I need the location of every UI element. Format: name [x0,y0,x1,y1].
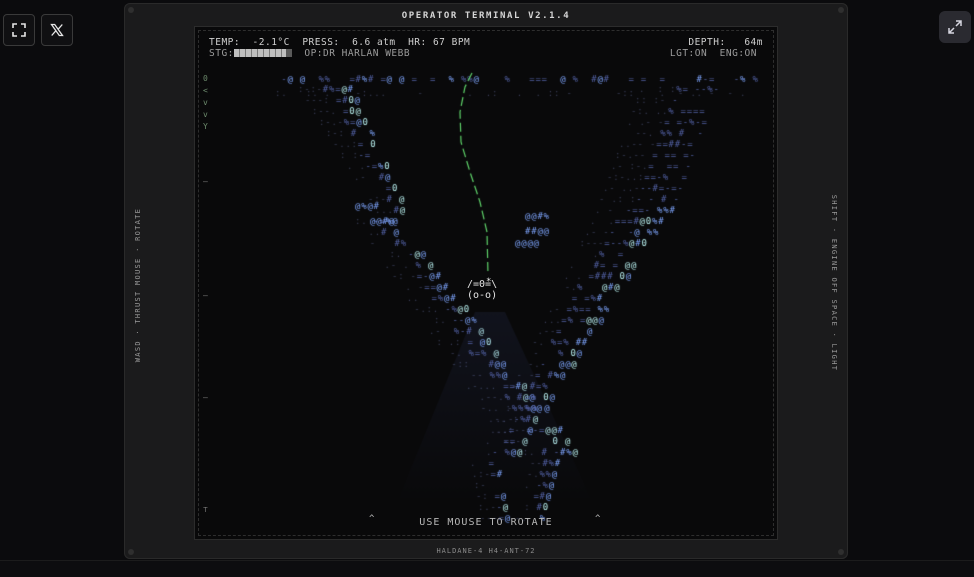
light-status: LGT:ON [669,48,708,59]
compass-glyph: < [203,86,208,95]
pressure-readout: PRESS: 6.6 atm [302,37,396,48]
hud-readouts-second: STG: OP:DR HARLAN WEBB [209,48,410,59]
depth-readout: DEPTH: 64m [688,37,763,48]
scale-tick: – [203,291,208,300]
compass-glyph: Y [203,122,208,131]
system-status: LGT:ON ENG:ON [670,48,757,59]
compass-glyph: v [203,110,208,119]
device-title: OPERATOR TERMINAL V2.1.4 [401,11,571,21]
scale-tick: – [203,393,208,402]
terminal-device: OPERATOR TERMINAL V2.1.4 HALDANE-4 H4-AN… [124,3,848,559]
caret-right-icon: ^ [595,514,601,524]
storage-label: STG: [209,48,234,59]
x-logo-icon [50,23,64,37]
storage-bar [233,49,286,57]
fullscreen-icon [12,23,26,37]
expand-icon [948,20,962,34]
temp-readout: TEMP: -2.1°C [209,37,290,48]
submersible-hull: (o-o) [467,290,498,301]
control-hint: USE MOUSE TO ROTATE [419,517,553,528]
fullscreen-button[interactable] [3,14,35,46]
submersible: /=0=\ (o-o) [467,279,497,301]
hud-readouts-top: TEMP: -2.1°C PRESS: 6.6 atm HR: 67 BPM [209,37,470,48]
operator-name: OP:DR HARLAN WEBB [304,48,411,59]
left-controls-legend: WASD · THRUST MOUSE · ROTATE [134,207,142,363]
right-controls-legend: SHIFT · ENGINE OFF SPACE · LIGHT [830,194,838,372]
heart-rate-readout: HR: 67 BPM [408,37,471,48]
device-serial: HALDANE-4 H4-ANT-72 [436,547,536,555]
compass-glyph: 0 [203,74,208,83]
bottom-strip [0,560,974,577]
expand-button[interactable] [939,11,971,43]
submersible-body: /=0=\ [467,279,498,290]
scale-tick: – [203,177,208,186]
compass-glyph: v [203,98,208,107]
x-share-button[interactable] [41,14,73,46]
engine-status: ENG:ON [719,48,757,59]
scale-tick: ⊤ [203,505,208,514]
depth-scale: 0 < v v Y – – – ⊤ [201,73,213,514]
game-screen[interactable]: TEMP: -2.1°C PRESS: 6.6 atm HR: 67 BPM S… [194,26,778,540]
